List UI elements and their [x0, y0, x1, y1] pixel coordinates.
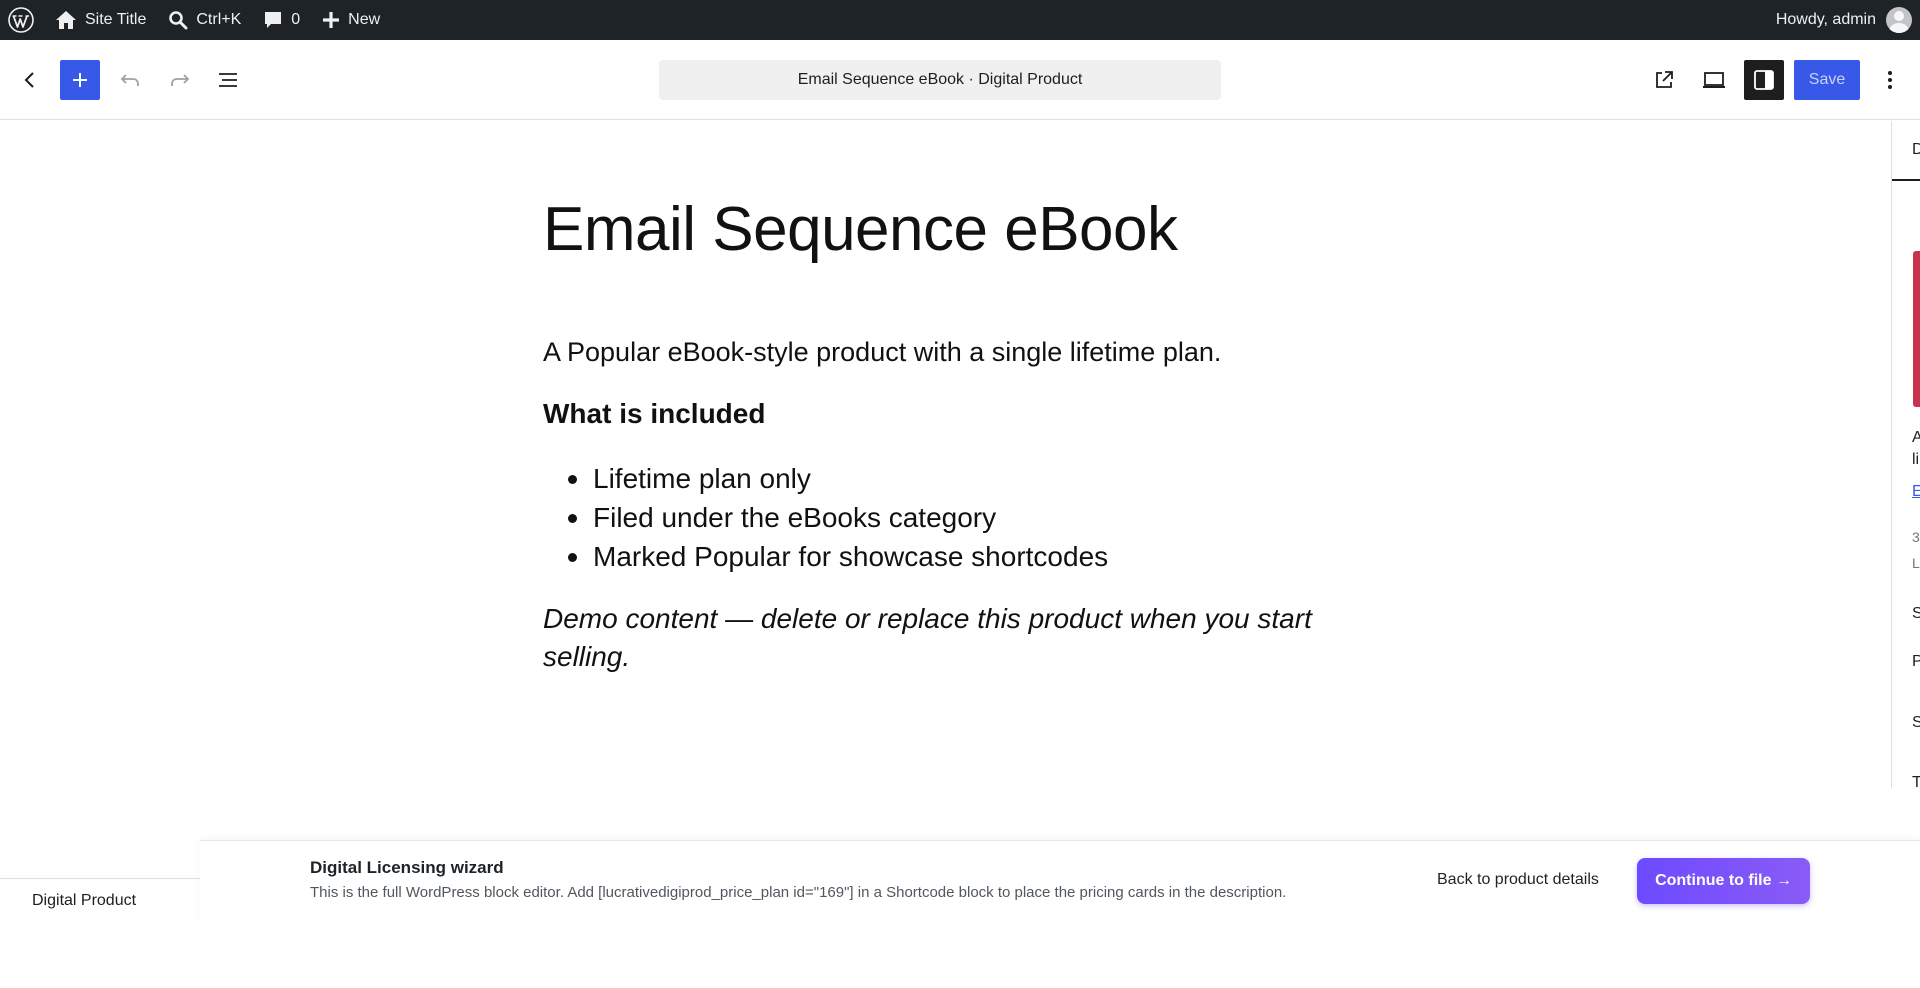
document-title: Email Sequence eBook · Digital Product — [797, 71, 1083, 88]
undo-button[interactable] — [110, 60, 150, 100]
sidebar-row-label: T — [1912, 774, 1920, 788]
more-vertical-icon — [1888, 71, 1892, 89]
comments-count: 0 — [291, 11, 301, 28]
back-to-product-details-link[interactable]: Back to product details — [1437, 871, 1599, 889]
disclaimer-paragraph[interactable]: Demo content — delete or replace this pr… — [543, 600, 1343, 676]
my-account-menu[interactable]: Howdy, admin — [1776, 0, 1912, 40]
back-button[interactable] — [10, 60, 50, 100]
plus-icon — [73, 73, 87, 87]
sidebar-row-label: P — [1912, 653, 1920, 671]
breadcrumb-item[interactable]: Digital Product — [32, 892, 136, 910]
new-label: New — [348, 11, 381, 28]
comments-link[interactable]: 0 — [252, 0, 311, 40]
sidebar-meta-text: L — [1912, 555, 1920, 571]
wizard-description: This is the full WordPress block editor.… — [310, 884, 1287, 901]
undo-icon — [120, 74, 139, 86]
lead-paragraph[interactable]: A Popular eBook-style product with a sin… — [543, 337, 1221, 368]
redo-icon — [171, 74, 190, 86]
site-title-link[interactable]: Site Title — [44, 0, 157, 40]
greeting-text: Howdy, admin — [1775, 11, 1876, 28]
sidebar-icon — [1754, 70, 1774, 90]
included-heading[interactable]: What is included — [543, 398, 765, 430]
sidebar-tab-indicator — [1892, 179, 1920, 181]
block-inserter-button[interactable] — [60, 60, 100, 100]
search-icon — [169, 11, 188, 30]
plus-icon — [323, 12, 340, 28]
options-menu-button[interactable] — [1870, 60, 1910, 100]
wordpress-logo-icon[interactable] — [0, 0, 44, 40]
list-item[interactable]: Marked Popular for showcase shortcodes — [567, 537, 1108, 576]
view-post-button[interactable] — [1644, 60, 1684, 100]
chevron-left-icon — [24, 72, 34, 88]
desktop-icon — [1703, 72, 1725, 88]
editor-header: Email Sequence eBook · Digital Product S… — [0, 40, 1920, 120]
home-icon — [56, 11, 76, 29]
list-item[interactable]: Lifetime plan only — [567, 459, 1108, 498]
wizard-title: Digital Licensing wizard — [310, 858, 504, 877]
external-link-icon — [1656, 71, 1673, 88]
list-view-icon — [219, 73, 237, 87]
block-breadcrumb: Digital Product — [0, 878, 200, 922]
document-overview-button[interactable] — [209, 60, 249, 100]
post-title[interactable]: Email Sequence eBook — [543, 199, 1178, 261]
command-palette-link[interactable]: Ctrl+K — [157, 0, 252, 40]
document-title-bar[interactable]: Email Sequence eBook · Digital Product — [659, 60, 1221, 100]
page-bottom-area — [0, 924, 1920, 988]
avatar — [1886, 7, 1912, 33]
continue-to-file-button[interactable]: Continue to file → — [1637, 858, 1810, 904]
featured-image-preview[interactable] — [1913, 251, 1920, 407]
save-button[interactable]: Save — [1794, 60, 1860, 100]
sidebar-excerpt-text: li — [1912, 451, 1920, 468]
feature-list[interactable]: Lifetime plan only Filed under the eBook… — [567, 459, 1108, 576]
site-title-label: Site Title — [85, 11, 147, 28]
settings-sidebar: D A li E 3 L S P S T — [1891, 121, 1920, 788]
editor-canvas: Email Sequence eBook A Popular eBook-sty… — [0, 121, 1891, 788]
new-content-link[interactable]: New — [311, 0, 391, 40]
list-item[interactable]: Filed under the eBooks category — [567, 498, 1108, 537]
settings-sidebar-toggle[interactable] — [1744, 60, 1784, 100]
wizard-banner: Digital Licensing wizard This is the ful… — [200, 840, 1920, 924]
sidebar-row-label: S — [1912, 714, 1920, 732]
redo-button[interactable] — [160, 60, 200, 100]
sidebar-excerpt-text: A — [1912, 429, 1920, 447]
search-shortcut-label: Ctrl+K — [196, 11, 242, 28]
comment-icon — [265, 12, 282, 28]
sidebar-edit-link[interactable]: E — [1912, 483, 1920, 501]
admin-bar: Site Title Ctrl+K 0 New Howdy, admin — [0, 0, 1920, 40]
preview-device-button[interactable] — [1694, 60, 1734, 100]
sidebar-row-label: S — [1912, 605, 1920, 623]
sidebar-tab-label[interactable]: D — [1912, 141, 1920, 159]
sidebar-meta-text: 3 — [1912, 529, 1920, 545]
